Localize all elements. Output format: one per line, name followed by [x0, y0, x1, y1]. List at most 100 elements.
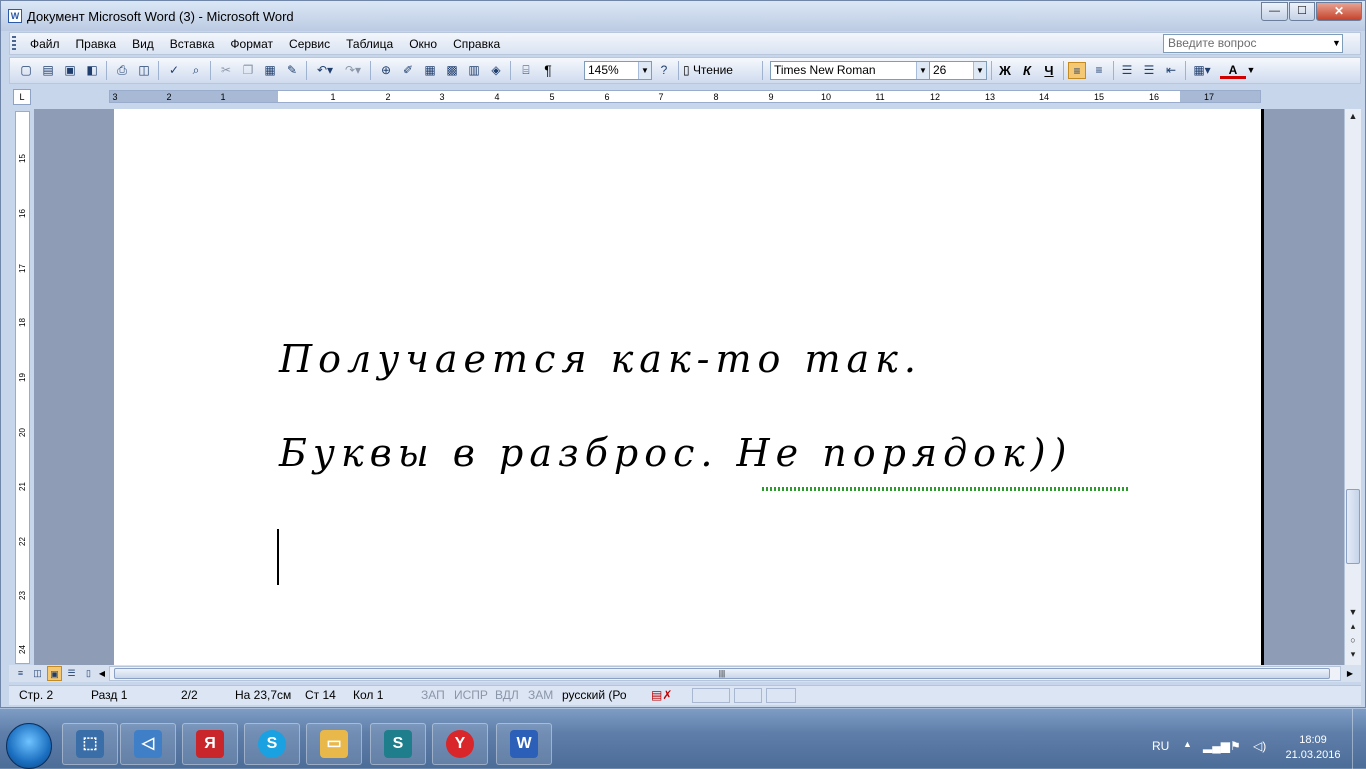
underline-button[interactable]: Ч — [1041, 62, 1057, 79]
insert-excel-icon[interactable]: ▩ — [444, 62, 460, 79]
chevron-down-icon[interactable]: ▼ — [916, 62, 929, 79]
tray-signal-icon[interactable]: ▂▄▆ — [1203, 739, 1230, 753]
horizontal-scroll-track[interactable]: ||| — [109, 666, 1341, 681]
maximize-button[interactable]: ☐ — [1289, 2, 1315, 21]
scroll-down-icon[interactable]: ▼ — [1345, 605, 1361, 619]
decrease-indent-icon[interactable]: ⇤ — [1163, 62, 1179, 79]
copy-icon[interactable]: ❐ — [240, 62, 256, 79]
print-icon[interactable]: ⎙ — [114, 62, 130, 79]
font-color-icon[interactable]: A — [1220, 62, 1246, 79]
drawing-icon[interactable]: ◈ — [488, 62, 504, 79]
document-page[interactable]: Получается как-то так. Буквы в разброс. … — [114, 109, 1264, 665]
taskbar-app[interactable]: S — [370, 723, 426, 765]
taskbar-app[interactable]: ◁ — [120, 723, 176, 765]
start-button[interactable] — [6, 723, 52, 769]
research-icon[interactable]: ⌕ — [188, 62, 204, 79]
font-name-combo[interactable]: Times New Roman ▼ — [770, 61, 930, 80]
close-button[interactable]: ✕ — [1316, 2, 1362, 21]
font-size-combo[interactable]: 26 ▼ — [929, 61, 987, 80]
numbered-list-icon[interactable]: ☰ — [1119, 62, 1135, 79]
taskbar-app-active[interactable]: W — [496, 723, 552, 765]
question-dropdown-icon[interactable]: ▼ — [1330, 34, 1343, 53]
align-left-button[interactable]: ≡ — [1068, 62, 1086, 79]
taskbar-app[interactable]: Я — [182, 723, 238, 765]
status-language[interactable]: русский (Ро — [562, 688, 627, 703]
normal-view-icon[interactable]: ≡ — [13, 666, 28, 681]
title-bar[interactable]: W Документ Microsoft Word (3) - Microsof… — [1, 1, 1365, 31]
taskbar-app[interactable]: ⬚ — [62, 723, 118, 765]
horizontal-ruler[interactable]: 3 2 1 1 2 3 4 5 6 7 8 9 10 11 12 13 14 1… — [109, 90, 1261, 103]
permission-icon[interactable]: ◧ — [84, 62, 100, 79]
zoom-combo[interactable]: 145% ▼ — [584, 61, 652, 80]
taskbar-app[interactable]: ▭ — [306, 723, 362, 765]
vertical-scrollbar[interactable]: ▲ ▼ ▴ ○ ▾ — [1344, 109, 1361, 665]
bulleted-list-icon[interactable]: ☰ — [1141, 62, 1157, 79]
chevron-down-icon[interactable]: ▼ — [638, 62, 651, 79]
print-preview-icon[interactable]: ◫ — [136, 62, 152, 79]
menu-view[interactable]: Вид — [124, 37, 162, 51]
document-line-1[interactable]: Получается как-то так. — [279, 337, 922, 381]
menu-tools[interactable]: Сервис — [281, 37, 338, 51]
menu-format[interactable]: Формат — [222, 37, 281, 51]
italic-button[interactable]: К — [1019, 62, 1035, 79]
status-extend[interactable]: ВДЛ — [495, 688, 519, 703]
scroll-up-icon[interactable]: ▲ — [1345, 109, 1361, 123]
redo-icon[interactable]: ↷▾ — [342, 62, 364, 79]
cut-icon[interactable]: ✂ — [218, 62, 234, 79]
reading-button[interactable]: ▯ Чтение — [683, 62, 755, 79]
open-folder-icon[interactable]: ▤ — [40, 62, 56, 79]
outline-view-icon[interactable]: ☰ — [64, 666, 79, 681]
show-desktop-button[interactable] — [1352, 709, 1366, 769]
status-track-changes[interactable]: ИСПР — [454, 688, 488, 703]
tab-selector[interactable]: L — [13, 89, 31, 105]
menu-file[interactable]: Файл — [22, 37, 68, 51]
tray-language[interactable]: RU — [1152, 739, 1169, 753]
undo-icon[interactable]: ↶▾ — [314, 62, 336, 79]
format-painter-icon[interactable]: ✎ — [284, 62, 300, 79]
document-line-2[interactable]: Буквы в разброс. Не порядок)) — [279, 431, 1072, 475]
vertical-scroll-thumb[interactable] — [1346, 489, 1360, 564]
new-document-icon[interactable]: ▢ — [18, 62, 34, 79]
columns-icon[interactable]: ▥ — [466, 62, 482, 79]
word-app-icon[interactable]: W — [8, 9, 22, 23]
tables-borders-icon[interactable]: ✐ — [400, 62, 416, 79]
insert-table-icon[interactable]: ▦ — [422, 62, 438, 79]
spelling-status-icon[interactable]: ▤✗ — [651, 688, 672, 703]
menu-edit[interactable]: Правка — [68, 37, 125, 51]
menu-insert[interactable]: Вставка — [162, 37, 223, 51]
menu-help[interactable]: Справка — [445, 37, 508, 51]
menu-table[interactable]: Таблица — [338, 37, 401, 51]
chevron-down-icon[interactable]: ▼ — [973, 62, 986, 79]
hyperlink-icon[interactable]: ⊕ — [378, 62, 394, 79]
horizontal-scroll-thumb[interactable]: ||| — [114, 668, 1330, 679]
browse-object-icon[interactable]: ○ — [1345, 633, 1361, 647]
tray-flag-icon[interactable]: ⚑ — [1230, 739, 1241, 753]
taskbar-app[interactable]: Y — [432, 723, 488, 765]
minimize-button[interactable]: — — [1261, 2, 1288, 21]
chevron-down-icon[interactable]: ▼ — [1246, 62, 1256, 79]
spelling-icon[interactable]: ✓ — [166, 62, 182, 79]
status-overtype[interactable]: ЗАМ — [528, 688, 553, 703]
bold-button[interactable]: Ж — [997, 62, 1013, 79]
save-icon[interactable]: ▣ — [62, 62, 78, 79]
question-input[interactable]: Введите вопрос — [1163, 34, 1343, 53]
print-layout-icon[interactable]: ▣ — [47, 666, 62, 681]
scroll-left-icon[interactable]: ◀ — [95, 666, 109, 681]
web-view-icon[interactable]: ◫ — [30, 666, 45, 681]
align-center-icon[interactable]: ≡ — [1091, 62, 1107, 79]
status-record[interactable]: ЗАП — [421, 688, 445, 703]
reading-view-icon[interactable]: ▯ — [81, 666, 96, 681]
scroll-right-icon[interactable]: ▶ — [1343, 666, 1357, 681]
menu-grip[interactable] — [12, 36, 16, 51]
help-icon[interactable]: ? — [656, 62, 672, 79]
menu-window[interactable]: Окно — [401, 37, 445, 51]
document-map-icon[interactable]: ⌸ — [518, 62, 534, 79]
tray-volume-icon[interactable]: ◁) — [1253, 739, 1266, 753]
vertical-ruler[interactable]: 15 16 17 18 19 20 21 22 23 24 — [15, 111, 30, 664]
taskbar-app[interactable]: S — [244, 723, 300, 765]
next-page-icon[interactable]: ▾ — [1345, 647, 1361, 661]
tray-expand-icon[interactable]: ▲ — [1183, 739, 1192, 749]
previous-page-icon[interactable]: ▴ — [1345, 619, 1361, 633]
borders-icon[interactable]: ▦▾ — [1191, 62, 1213, 79]
tray-clock[interactable]: 18:09 21.03.2016 — [1280, 733, 1346, 763]
